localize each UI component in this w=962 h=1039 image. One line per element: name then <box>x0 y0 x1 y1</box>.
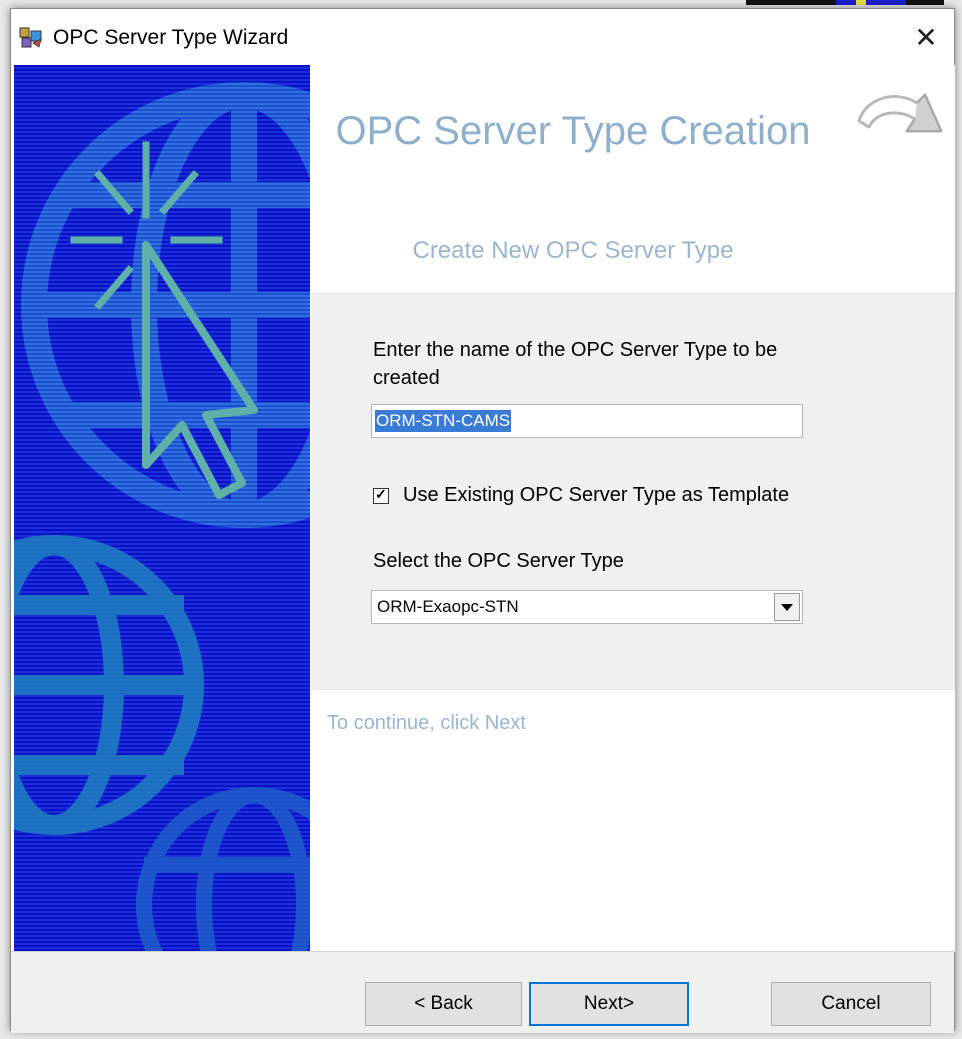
wizard-footer-info: To continue, click Next <box>311 689 955 952</box>
window-title: OPC Server Type Wizard <box>53 26 289 49</box>
next-button[interactable]: Next> <box>529 982 689 1026</box>
server-type-selected-value: ORM-Exaopc-STN <box>377 597 519 616</box>
wizard-header: OPC Server Type Creation Create New OPC … <box>311 65 955 293</box>
curved-arrow-icon <box>857 93 943 133</box>
wizard-content: Enter the name of the OPC Server Type to… <box>311 293 955 690</box>
server-type-name-input[interactable]: ORM-STN-CAMS <box>371 404 803 438</box>
server-type-name-value: ORM-STN-CAMS <box>375 410 512 432</box>
use-template-checkbox-row[interactable]: Use Existing OPC Server Type as Template <box>373 484 789 507</box>
use-template-label: Use Existing OPC Server Type as Template <box>403 484 790 506</box>
title-bar: OPC Server Type Wizard ✕ <box>11 9 954 65</box>
wizard-app-icon <box>19 27 42 48</box>
back-button[interactable]: < Back <box>365 982 522 1026</box>
name-prompt-label: Enter the name of the OPC Server Type to… <box>373 339 778 389</box>
cancel-button[interactable]: Cancel <box>771 982 931 1026</box>
wizard-side-illustration <box>14 65 310 951</box>
close-icon: ✕ <box>914 21 938 53</box>
server-type-select[interactable]: ORM-Exaopc-STN <box>371 590 803 624</box>
use-template-checkbox[interactable] <box>373 486 389 504</box>
wizard-dialog: OPC Server Type Wizard ✕ OPC Server Type… <box>10 8 955 1033</box>
dropdown-arrow-icon[interactable] <box>774 593 800 621</box>
select-server-type-label: Select the OPC Server Type <box>373 550 624 572</box>
background-window-strip <box>746 0 944 5</box>
button-bar: < Back Next> Cancel <box>11 951 954 1033</box>
globe-cursor-illustration <box>14 65 310 951</box>
close-button[interactable]: ✕ <box>898 9 954 65</box>
continue-hint: To continue, click Next <box>327 712 526 734</box>
page-subtitle: Create New OPC Server Type <box>412 237 734 264</box>
